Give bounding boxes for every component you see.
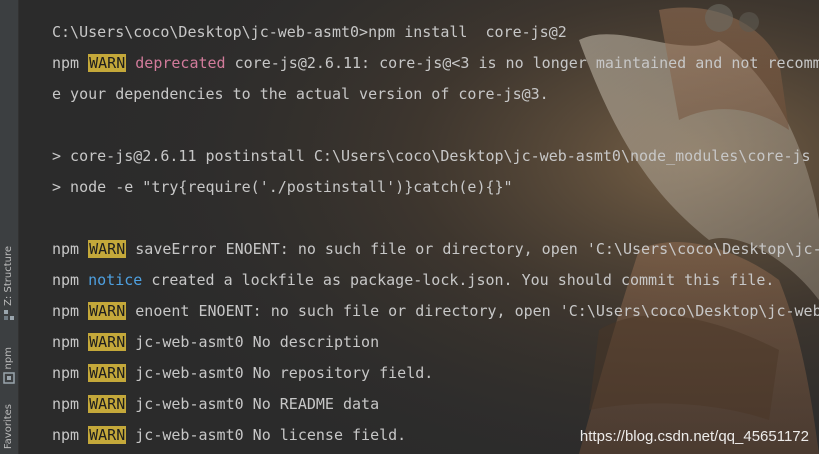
output-text: jc-web-asmt0 No repository field. [126,364,434,382]
output-text: jc-web-asmt0 No license field. [126,426,407,444]
deprecated-label: deprecated [135,54,226,72]
terminal-line: e your dependencies to the actual versio… [52,79,819,110]
favorites-tab-label: Favorites [3,404,14,450]
warn-badge: WARN [88,364,127,382]
terminal-output: C:\Users\coco\Desktop\jc-web-asmt0>npm i… [52,17,819,451]
terminal-line: npm notice created a lockfile as package… [52,265,819,296]
output-text: > core-js@2.6.11 postinstall C:\Users\co… [52,147,811,165]
terminal-line: npm WARN jc-web-asmt0 No repository fiel… [52,358,819,389]
terminal-line: npm WARN saveError ENOENT: no such file … [52,234,819,265]
npm-tab-label: npm [3,347,14,370]
output-text: > node -e "try{require('./postinstall')}… [52,178,513,196]
terminal-line: npm WARN jc-web-asmt0 No README data [52,389,819,420]
warn-badge: WARN [88,240,127,258]
output-text: npm [52,240,89,258]
output-text: enoent ENOENT: no such file or directory… [126,302,819,320]
structure-icon [4,309,14,320]
warn-badge: WARN [88,333,127,351]
output-text: npm [52,271,89,289]
watermark-url: https://blog.csdn.net/qq_45651172 [579,428,809,445]
output-text: npm [52,54,89,72]
output-text: npm [52,395,89,413]
structure-tool-tab[interactable]: Z: Structure [0,246,18,321]
output-text: C:\Users\coco\Desktop\jc-web-asmt0>npm i… [52,23,567,41]
output-text: e your dependencies to the actual versio… [52,85,549,103]
warn-badge: WARN [88,426,127,444]
output-text: npm [52,364,89,382]
terminal-line: npm WARN jc-web-asmt0 No description [52,327,819,358]
output-text: npm [52,302,89,320]
terminal-panel[interactable]: C:\Users\coco\Desktop\jc-web-asmt0>npm i… [19,0,819,454]
notice-label: notice [88,271,143,289]
output-text: created a lockfile as package-lock.json.… [142,271,775,289]
npm-icon [3,372,15,385]
output-text: jc-web-asmt0 No description [126,333,380,351]
output-text: npm [52,333,89,351]
favorites-tool-tab[interactable]: Favorites [0,404,18,449]
warn-badge: WARN [88,395,127,413]
structure-tab-label: Z: Structure [3,246,14,306]
output-text: core-js@2.6.11: core-js@<3 is no longer … [225,54,819,72]
terminal-line: npm WARN enoent ENOENT: no such file or … [52,296,819,327]
warn-badge: WARN [88,302,127,320]
terminal-line: > core-js@2.6.11 postinstall C:\Users\co… [52,141,819,172]
output-text: saveError ENOENT: no such file or direct… [126,240,819,258]
terminal-line: C:\Users\coco\Desktop\jc-web-asmt0>npm i… [52,17,819,48]
warn-badge: WARN [88,54,127,72]
output-text: npm [52,426,89,444]
tool-window-strip: Z: Structure npm Favorites [0,0,19,454]
terminal-line: > node -e "try{require('./postinstall')}… [52,172,819,203]
output-text: jc-web-asmt0 No README data [126,395,380,413]
terminal-line: npm WARN deprecated core-js@2.6.11: core… [52,48,819,79]
npm-tool-tab[interactable]: npm [0,347,18,385]
